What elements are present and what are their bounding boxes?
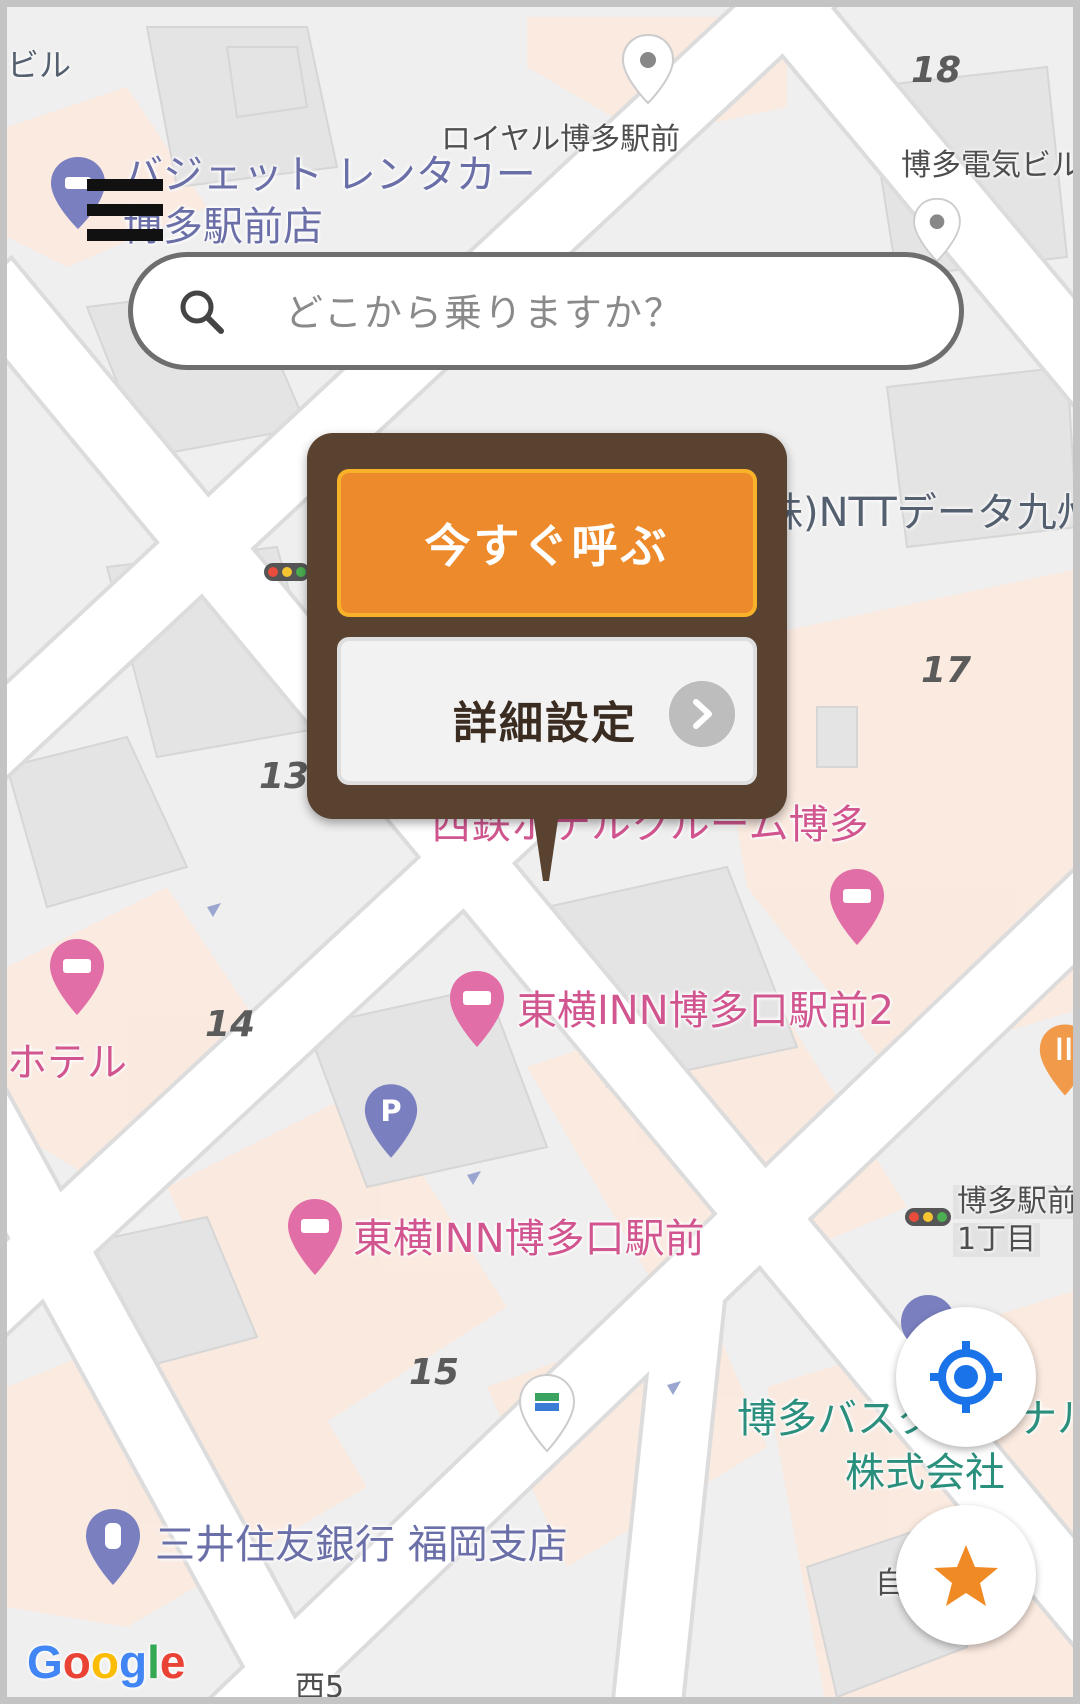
restaurant-pin-icon[interactable] (1037, 1021, 1080, 1099)
map-label: 株式会社 (845, 1450, 1005, 1496)
pickup-pin-tail (533, 813, 559, 881)
hotel-pin-icon[interactable] (447, 969, 507, 1049)
google-logo: Google (27, 1636, 186, 1688)
block-number: 14 (205, 1004, 256, 1045)
favorites-button[interactable] (896, 1505, 1036, 1645)
parking-pin-icon[interactable]: P (362, 1081, 420, 1161)
map-label: ロイヤル博多駅前 (441, 122, 681, 157)
detail-settings-label: 詳細設定 (453, 698, 637, 749)
app-screen: P ビル ロイヤル博多駅前 バジェット レンタカー 博多駅前店 博多電気ビル 株… (0, 0, 1080, 1704)
block-number: 13 (259, 756, 310, 797)
svg-text:P: P (380, 1094, 401, 1128)
hotel-pin-icon[interactable] (827, 867, 887, 947)
search-bar[interactable] (128, 252, 964, 370)
block-number: 17 (921, 650, 972, 691)
map-label: ホテル (7, 1040, 127, 1086)
map-label: 東横INN博多口駅前 (353, 1216, 705, 1262)
star-icon (934, 1545, 998, 1606)
detail-settings-button[interactable]: 詳細設定 (337, 637, 757, 785)
station-pin-icon[interactable] (517, 1373, 577, 1453)
block-number: 18 (911, 50, 962, 91)
map-label: 博多電気ビル (901, 148, 1080, 183)
map-label: ビル (7, 46, 72, 84)
map-label: 株)NTTデータ九州 (763, 490, 1080, 536)
call-now-button[interactable]: 今すぐ呼ぶ (337, 469, 757, 617)
bank-pin-icon[interactable] (83, 1507, 143, 1587)
search-icon (180, 290, 224, 334)
map-label: 東横INN博多口駅前2 (517, 988, 895, 1034)
map-label: 三井住友銀行 福岡支店 (155, 1522, 568, 1568)
hotel-pin-icon[interactable] (47, 937, 107, 1017)
block-number: 15 (409, 1352, 460, 1393)
menu-icon[interactable] (87, 179, 163, 245)
hotel-pin-icon[interactable] (285, 1197, 345, 1277)
my-location-icon (930, 1341, 1002, 1413)
map-label: 西5 (295, 1670, 345, 1704)
map-label: バジェット レンタカー (123, 152, 536, 198)
chevron-right-icon (669, 681, 735, 747)
map-label: 博多駅前 (953, 1185, 1073, 1219)
my-location-button[interactable] (896, 1307, 1036, 1447)
map-label: 1丁目 (953, 1223, 1041, 1257)
search-input[interactable] (283, 279, 927, 347)
place-pin-icon[interactable] (619, 33, 677, 105)
